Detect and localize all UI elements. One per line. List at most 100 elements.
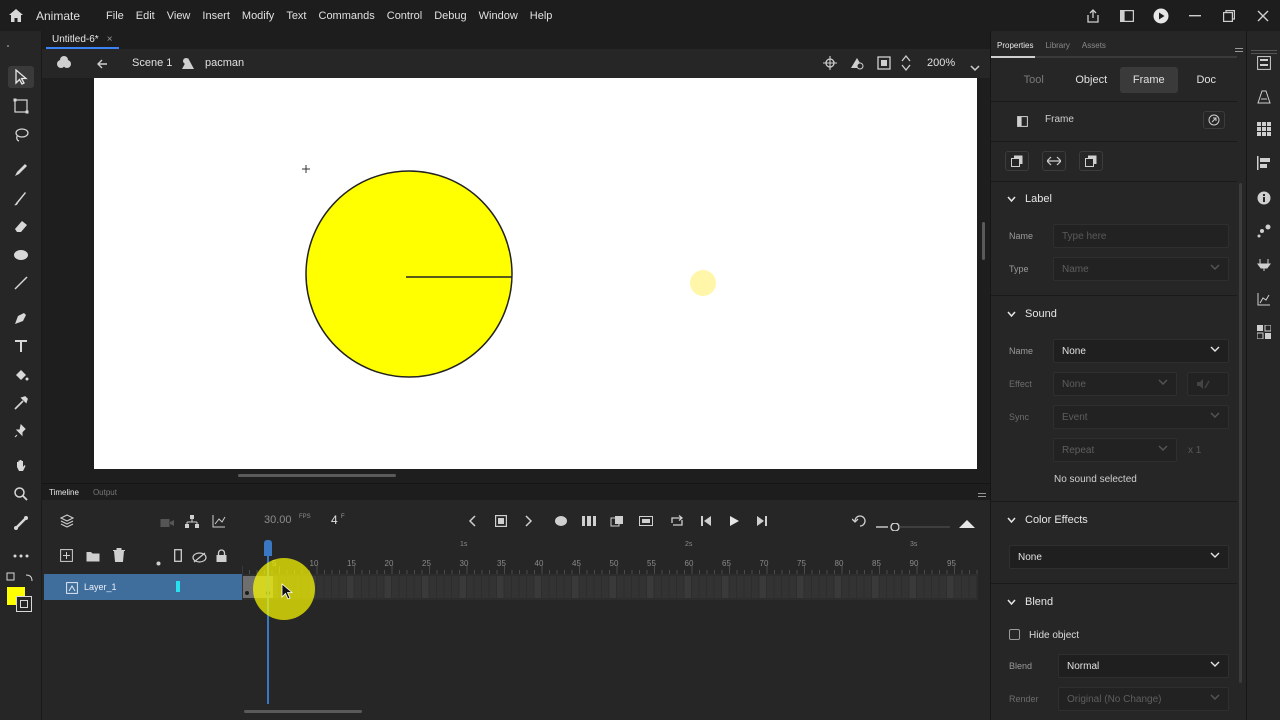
more-tools-icon[interactable] [8,545,34,567]
tween-icon[interactable] [554,514,568,532]
text-tool-icon[interactable] [8,335,34,357]
next-keyframe-icon[interactable] [525,514,533,532]
frame-options-button[interactable] [1203,111,1225,129]
panel-options-icon[interactable] [1235,45,1243,54]
layer-name[interactable]: Layer_1 [84,582,117,592]
motion-presets-icon[interactable] [1256,223,1272,239]
zoom-tool-icon[interactable] [8,483,34,505]
stage-horizontal-scrollbar[interactable] [238,474,396,477]
play-icon[interactable] [728,514,740,532]
color-panel-icon[interactable] [1256,89,1272,105]
lasso-tool-icon[interactable] [8,124,34,146]
outline-layers-icon[interactable] [174,549,182,567]
menu-file[interactable]: File [106,10,124,22]
zoom-stepper-icon[interactable] [901,54,911,77]
workspace-icon[interactable] [1110,9,1144,22]
symbol-breadcrumb[interactable]: pacman [205,57,244,69]
fps-value[interactable]: 30.00 [264,514,292,526]
bone-tool-icon[interactable] [8,512,34,534]
clip-content-icon[interactable] [849,56,865,75]
pin-tool-icon[interactable] [8,420,34,442]
delete-layer-icon[interactable] [113,548,125,567]
properties-panel-icon[interactable] [1256,55,1272,71]
align-panel-icon[interactable] [1256,155,1272,171]
sound-effect-select[interactable]: None [1053,372,1177,396]
selection-tool-icon[interactable] [8,66,34,88]
menu-debug[interactable]: Debug [434,10,466,22]
label-name-input[interactable]: Type here [1053,224,1229,248]
label-section-header[interactable]: Label [1007,193,1052,205]
test-movie-icon[interactable] [1144,8,1178,24]
undo-timeline-icon[interactable] [851,514,866,532]
layer-color-marker[interactable] [176,581,180,592]
subtab-tool[interactable]: Tool [1005,67,1063,93]
sound-repeat-count[interactable]: x 1 [1188,445,1201,456]
camera-icon[interactable] [160,515,174,533]
step-forward-icon[interactable] [756,514,768,532]
transform-panel-icon[interactable] [1256,324,1272,340]
stage[interactable] [94,78,977,469]
tab-assets[interactable]: Assets [1076,41,1112,57]
zoom-dropdown-icon[interactable] [970,59,980,77]
layer-row[interactable]: Layer_1 [44,574,242,600]
prev-keyframe-icon[interactable] [468,514,476,532]
timeline-ruler[interactable]: 1s 2s 3s 5101520253035404550556065707580… [241,540,978,574]
subtab-frame[interactable]: Frame [1120,67,1178,93]
menu-window[interactable]: Window [479,10,518,22]
layers-icon[interactable] [59,514,75,533]
tab-properties[interactable]: Properties [991,41,1039,57]
new-layer-icon[interactable] [60,549,73,567]
snap-icon[interactable] [823,56,837,75]
scene-breadcrumb[interactable]: Scene 1 [132,57,172,69]
graph-icon[interactable] [212,514,226,533]
menu-view[interactable]: View [167,10,191,22]
oval-tool-icon[interactable] [8,244,34,266]
frame-view-icon[interactable] [639,514,653,532]
paint-bucket-tool-icon[interactable] [8,364,34,386]
line-tool-icon[interactable] [8,272,34,294]
components-panel-icon[interactable] [1256,257,1272,273]
close-window-icon[interactable] [1246,10,1280,22]
menu-help[interactable]: Help [530,10,553,22]
menu-control[interactable]: Control [387,10,422,22]
pacman-shape[interactable] [305,170,513,378]
sound-repeat-select[interactable]: Repeat [1053,438,1177,462]
menu-commands[interactable]: Commands [319,10,375,22]
timeline-horizontal-scrollbar[interactable] [244,710,362,713]
subtab-object[interactable]: Object [1063,67,1121,93]
stroke-color-swatch[interactable] [16,596,32,612]
edit-symbols-icon[interactable] [56,56,72,75]
color-effects-select[interactable]: None [1009,545,1229,569]
color-effects-header[interactable]: Color Effects [1007,514,1088,526]
timeline-resize-icon[interactable] [959,515,975,533]
swap-colors-icon[interactable] [6,571,36,583]
info-panel-icon[interactable] [1256,190,1272,206]
close-tab-icon[interactable]: × [107,34,113,45]
free-transform-tool-icon[interactable] [8,95,34,117]
share-icon[interactable] [1076,8,1110,23]
onion-skin-icon[interactable] [582,514,596,532]
edit-multiple-frames-icon[interactable] [610,514,624,532]
tab-timeline[interactable]: Timeline [42,488,86,497]
tab-library[interactable]: Library [1039,41,1075,57]
back-arrow-icon[interactable] [96,57,108,75]
eraser-tool-icon[interactable] [8,215,34,237]
menu-edit[interactable]: Edit [136,10,155,22]
insert-keyframe-icon[interactable] [495,514,508,532]
lock-layers-icon[interactable] [216,549,227,567]
sound-section-header[interactable]: Sound [1007,308,1057,320]
layer-parenting-icon[interactable] [185,514,199,533]
panel-menu-icon[interactable] [978,490,986,497]
swatches-panel-icon[interactable] [1256,121,1272,137]
insert-frame-button[interactable] [1079,151,1103,171]
edit-sound-button[interactable] [1187,372,1229,396]
minimize-icon[interactable] [1178,14,1212,17]
menu-modify[interactable]: Modify [242,10,274,22]
timeline-zoom-slider[interactable] [876,518,950,532]
sound-name-select[interactable]: None [1053,339,1229,363]
pencil-brush-tool-icon[interactable] [8,159,34,181]
hand-tool-icon[interactable] [8,455,34,477]
motion-editor-icon[interactable] [1256,291,1272,307]
frame-track[interactable] [242,574,978,600]
document-tab[interactable]: Untitled-6* × [46,31,119,49]
